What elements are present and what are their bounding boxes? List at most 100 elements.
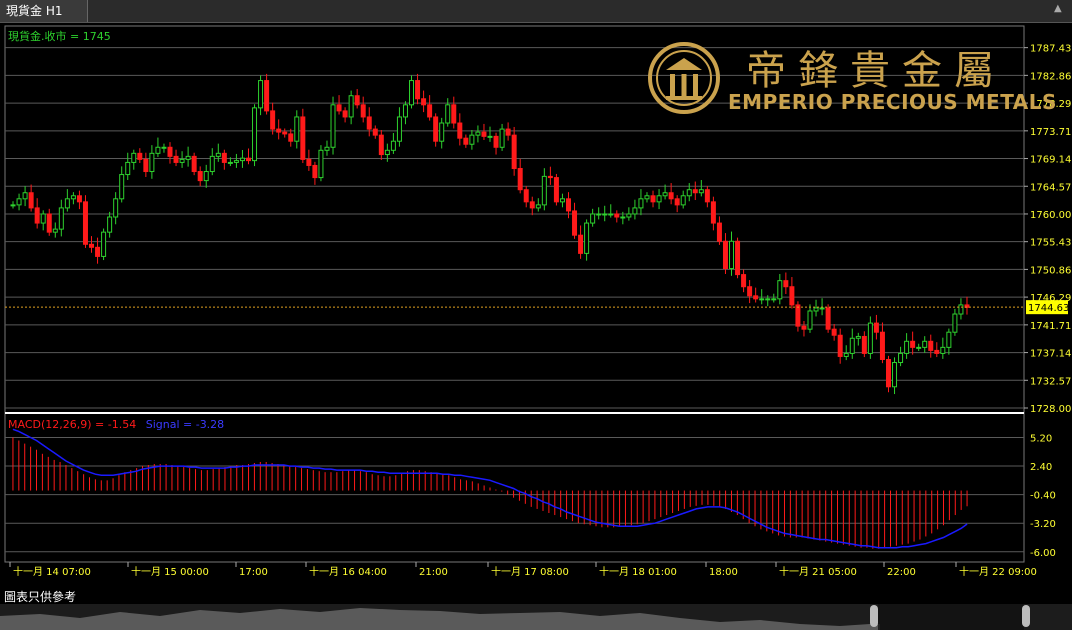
candle-body — [306, 158, 312, 166]
candle-body — [330, 104, 336, 148]
navigator-left-handle[interactable] — [870, 605, 878, 627]
candle-body — [783, 280, 789, 288]
candle-body — [680, 195, 686, 206]
candle-body — [487, 135, 493, 138]
navigator-right-handle[interactable] — [1022, 605, 1030, 627]
candle-body — [692, 189, 698, 194]
chart-tab[interactable]: 現貨金 H1 — [0, 0, 88, 22]
candle-body — [52, 228, 58, 233]
candle-body — [125, 161, 131, 176]
logo-chinese-name: 帝鋒貴金屬 — [746, 48, 1006, 94]
candle-body — [668, 192, 674, 200]
candle-body — [197, 171, 203, 182]
candle-body — [946, 331, 952, 348]
price-tick-label: 1728.00 — [1030, 404, 1071, 415]
candle-body — [819, 307, 825, 310]
disclaimer-note: 圖表只供參考 — [4, 590, 77, 604]
candle-body — [759, 298, 765, 301]
time-tick-label: 十一月 14 07:00 — [13, 565, 91, 578]
candle-body — [553, 177, 559, 203]
candle-body — [378, 134, 384, 156]
candle-body — [402, 104, 408, 118]
candle-body — [535, 204, 541, 209]
candle-body — [801, 325, 807, 330]
candle-body — [161, 146, 167, 149]
candle-body — [729, 240, 735, 270]
navigator-scrollbar[interactable] — [0, 604, 1072, 630]
logo-english-name: EMPERIO PRECIOUS METALS — [728, 90, 1057, 114]
time-tick-label: 十一月 15 00:00 — [131, 565, 209, 578]
candle-body — [674, 198, 680, 206]
macd-legend-value: MACD(12,26,9) = -1.54 — [8, 418, 136, 431]
candle-body — [89, 243, 95, 248]
candle-body — [354, 95, 360, 106]
candle-body — [294, 116, 300, 142]
candle-body — [596, 213, 602, 216]
time-tick-label: 十一月 17 08:00 — [491, 565, 569, 578]
candle-body — [578, 234, 584, 254]
candle-body — [10, 204, 16, 207]
candle-body — [324, 146, 330, 151]
candle-body — [366, 116, 372, 130]
candle-body — [82, 201, 88, 245]
brand-logo: 帝鋒貴金屬 EMPERIO PRECIOUS METALS — [646, 38, 1056, 118]
candle-body — [940, 346, 946, 354]
time-tick-label: 17:00 — [239, 567, 268, 578]
candle-body — [716, 222, 722, 242]
candle-body — [209, 155, 215, 173]
time-tick-label: 18:00 — [709, 567, 738, 578]
candle-body — [813, 307, 819, 312]
candle-body — [451, 104, 457, 124]
candle-body — [433, 116, 439, 142]
price-tick-label: 1764.57 — [1030, 182, 1071, 193]
candle-body — [22, 192, 28, 200]
candle-body — [76, 195, 82, 203]
macd-layer — [12, 428, 968, 549]
price-tick-label: 1769.14 — [1030, 155, 1071, 166]
candle-body — [155, 146, 161, 154]
candle-body — [185, 155, 191, 160]
candle-body — [288, 133, 294, 142]
candle-body — [861, 335, 867, 354]
candle-body — [415, 80, 421, 100]
candle-body — [572, 210, 578, 236]
candle-body — [227, 161, 233, 164]
candle-body — [40, 213, 46, 224]
candle-body — [191, 155, 197, 173]
candle-body — [396, 116, 402, 142]
candle-body — [264, 80, 270, 112]
candle-body — [565, 198, 571, 212]
candle-body — [879, 331, 885, 360]
candle-body — [95, 246, 101, 257]
candle-body — [119, 174, 125, 200]
candle-body — [710, 201, 716, 224]
candle-body — [898, 352, 904, 364]
macd-tick-label: -3.20 — [1030, 519, 1056, 530]
candle-body — [167, 146, 173, 157]
last-price-label: 1744.63 — [1028, 303, 1069, 314]
candle-body — [843, 352, 849, 357]
candle-body — [348, 95, 354, 118]
candle-body — [777, 280, 783, 300]
candle-body — [481, 131, 487, 137]
candle-body — [704, 189, 710, 203]
candle-body — [873, 322, 879, 333]
candle-body — [173, 155, 179, 163]
price-tick-label: 1760.00 — [1030, 210, 1071, 221]
candle-body — [892, 362, 898, 388]
candle-body — [64, 198, 70, 209]
candle-body — [523, 189, 529, 203]
time-tick-label: 十一月 16 04:00 — [309, 565, 387, 578]
candle-body — [270, 110, 276, 130]
candle-body — [855, 335, 861, 339]
candle-body — [928, 340, 934, 351]
candle-body — [505, 128, 511, 136]
candle-body — [753, 295, 759, 300]
candle-body — [922, 340, 928, 348]
candle-body — [650, 195, 656, 203]
candle-body — [258, 80, 264, 109]
candle-body — [517, 167, 523, 191]
candle-body — [384, 149, 390, 156]
scroll-up-icon[interactable]: ▲ — [1054, 3, 1066, 17]
macd-tick-label: -6.00 — [1030, 548, 1056, 559]
